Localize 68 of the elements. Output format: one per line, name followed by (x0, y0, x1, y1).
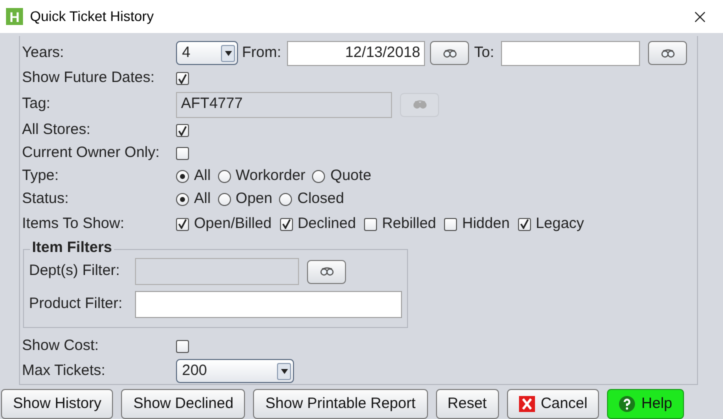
checkmark-icon (282, 219, 291, 229)
max-tickets-dropdown[interactable]: 200 (176, 359, 294, 383)
checkbox[interactable] (176, 218, 189, 230)
binoculars-icon (318, 267, 334, 276)
cancel-button[interactable]: Cancel (506, 389, 600, 419)
option-label: All (194, 166, 211, 186)
field-label: From: (242, 42, 282, 63)
lookup-button[interactable] (307, 260, 346, 284)
lookup-button[interactable] (648, 41, 688, 65)
lookup-button[interactable] (430, 41, 470, 65)
option-label: Quote (330, 166, 372, 186)
radio-button[interactable] (312, 170, 326, 183)
product-filter-field[interactable] (134, 291, 402, 318)
option-label: All (194, 189, 211, 210)
field-label: Dept(s) Filter: (29, 261, 121, 282)
checkbox[interactable] (280, 218, 293, 230)
radio-button[interactable] (218, 170, 231, 183)
checkmark-icon (178, 74, 187, 84)
app-logo: H (6, 8, 23, 25)
checkbox[interactable] (176, 147, 189, 160)
radio-button[interactable] (176, 170, 189, 183)
years-dropdown[interactable]: 4 (176, 41, 238, 65)
checkbox[interactable] (176, 340, 189, 353)
action-button[interactable]: Reset (436, 389, 499, 419)
checkmark-icon (178, 219, 187, 229)
radio-button[interactable] (176, 193, 189, 206)
checkmark-icon (178, 126, 187, 136)
radio-button[interactable] (279, 193, 292, 206)
option-label: Closed (297, 189, 344, 210)
to-date-field[interactable] (501, 40, 640, 66)
option-label: Open/Billed (194, 214, 272, 234)
field-label: Product Filter: (29, 294, 124, 314)
checkbox[interactable] (444, 218, 458, 230)
from-date-field[interactable]: 12/13/2018 (287, 40, 426, 66)
action-button[interactable]: Show Declined (121, 389, 246, 419)
action-button[interactable]: Show History (1, 389, 114, 419)
checkbox[interactable] (176, 124, 189, 137)
option-label: Hidden (462, 214, 510, 234)
field-label: Type: (22, 166, 60, 186)
action-button[interactable]: Show Printable Report (253, 389, 428, 419)
field-label: Status: (22, 189, 70, 210)
field-label: Items To Show: (22, 214, 126, 234)
radio-button[interactable] (218, 193, 231, 206)
field-label: To: (474, 42, 494, 63)
option-label: Legacy (536, 214, 584, 234)
field-label: Tag: (22, 94, 52, 114)
option-label: Rebilled (382, 214, 436, 234)
checkbox[interactable] (176, 72, 189, 85)
option-label: Open (236, 189, 272, 210)
binoculars-icon (442, 48, 458, 58)
field-label: Show Cost: (22, 336, 100, 356)
field-label: Current Owner Only: (22, 143, 161, 164)
field-label: Max Tickets: (22, 360, 106, 381)
field-label: Years: (22, 42, 65, 63)
help-button[interactable]: Help (607, 389, 684, 419)
option-label: Declined (298, 214, 356, 234)
checkmark-icon (520, 219, 529, 229)
checkbox[interactable] (364, 218, 377, 230)
close-icon (518, 396, 535, 412)
group-title: Item Filters (30, 240, 114, 255)
field-label: Show Future Dates: (22, 68, 156, 88)
checkbox[interactable] (518, 218, 531, 230)
binoculars-icon (412, 100, 428, 109)
help-icon (619, 396, 636, 412)
binoculars-icon (660, 48, 676, 58)
field-label: All Stores: (22, 120, 92, 140)
option-label: Workorder (236, 166, 306, 186)
window-title: Quick Ticket History (30, 7, 154, 26)
